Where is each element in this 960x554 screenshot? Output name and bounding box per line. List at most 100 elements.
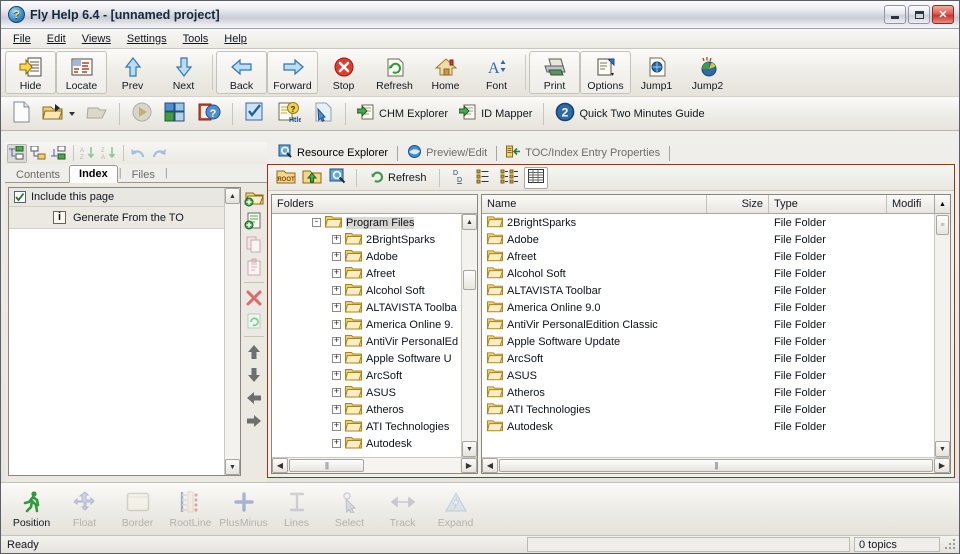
cell-name[interactable]: ASUS <box>482 368 707 384</box>
menu-views[interactable]: Views <box>75 31 118 47</box>
tree-row-root[interactable]: - Program Files <box>272 214 461 231</box>
table-row[interactable]: Alcohol Soft File Folder <box>482 265 934 282</box>
up-folder-button[interactable] <box>300 167 324 189</box>
bottom-button-float[interactable]: Float <box>58 485 111 533</box>
toolbar-button-hide[interactable]: Hide <box>5 51 56 94</box>
table-row[interactable]: ASUS File Folder <box>482 367 934 384</box>
scroll-up-button[interactable]: ▲ <box>225 188 240 204</box>
bottom-button-rootline[interactable]: RootLine <box>164 485 217 533</box>
scroll-track[interactable] <box>225 204 240 459</box>
tree-expander-collapse[interactable]: - <box>312 218 321 227</box>
tree-horizontal-scrollbar[interactable]: ◀ ||| ▶ <box>272 457 477 473</box>
tree-expander-expand[interactable]: + <box>332 320 341 329</box>
open-folder-button[interactable] <box>38 100 79 128</box>
tree-hscroll-thumb[interactable]: ||| <box>289 459 364 472</box>
cell-name[interactable]: Apple Software Update <box>482 334 707 350</box>
bottom-button-select[interactable]: Select <box>323 485 376 533</box>
move-right-icon[interactable] <box>243 410 265 432</box>
page-pointer-button[interactable] <box>308 100 338 128</box>
bottom-button-expand[interactable]: Expand <box>429 485 482 533</box>
toolbar-button-jump1[interactable]: Jump1 <box>631 51 682 94</box>
table-row[interactable]: America Online 9.0 File Folder <box>482 299 934 316</box>
tree-scroll-down-button[interactable]: ▼ <box>462 441 477 457</box>
column-header-size[interactable]: Size <box>707 195 769 213</box>
move-down-icon[interactable] <box>243 364 265 386</box>
list-scroll-thumb[interactable]: ≡ <box>936 215 949 235</box>
cell-name[interactable]: Atheros <box>482 385 707 401</box>
new-document-button[interactable] <box>7 100 35 128</box>
toolbar-button-print[interactable]: Print <box>529 51 580 94</box>
tree-row[interactable]: + Atheros <box>272 401 461 418</box>
tree-node-label[interactable]: ALTAVISTA Toolba <box>366 302 457 314</box>
tree-node-label[interactable]: ATI Technologies <box>366 421 449 433</box>
quick-guide-button[interactable]: 2 Quick Two Minutes Guide <box>551 100 708 128</box>
tree-expander-expand[interactable]: + <box>332 371 341 380</box>
bottom-button-track[interactable]: Track <box>376 485 429 533</box>
minimize-button[interactable] <box>884 5 906 24</box>
toolbar-button-home[interactable]: Home <box>420 51 471 94</box>
tree-expander-expand[interactable]: + <box>332 405 341 414</box>
maximize-button[interactable] <box>908 5 930 24</box>
tree-row[interactable]: + AntiVir PersonalEd <box>272 333 461 350</box>
tree-expander-expand[interactable]: + <box>332 354 341 363</box>
tree-row[interactable]: + ALTAVISTA Toolba <box>272 299 461 316</box>
cell-name[interactable]: ArcSoft <box>482 351 707 367</box>
copy-icon[interactable] <box>243 233 265 255</box>
list-scroll-track[interactable]: ≡ <box>935 214 950 441</box>
toolbar-button-next[interactable]: Next <box>158 51 209 94</box>
tree-row[interactable]: + ATI Technologies <box>272 418 461 435</box>
folder-tree-rows[interactable]: - Program Files +2BrightSparks + Adobe + Afree… <box>272 214 461 457</box>
tree-node-label[interactable]: America Online 9. <box>366 319 453 331</box>
checklist-button[interactable] <box>240 100 270 128</box>
tree-row[interactable]: +2BrightSparks <box>272 231 461 248</box>
compile-run-button[interactable] <box>127 100 157 128</box>
scroll-down-button[interactable]: ▼ <box>225 459 240 475</box>
menu-edit[interactable]: Edit <box>40 31 73 47</box>
tab-files[interactable]: Files <box>123 167 164 183</box>
cell-name[interactable]: Autodesk <box>482 419 707 435</box>
tree-expander-expand[interactable]: + <box>332 422 341 431</box>
tree-node-label[interactable]: ArcSoft <box>366 370 402 382</box>
chm-explorer-button[interactable]: CHM Explorer <box>353 100 452 128</box>
refresh-button[interactable]: Refresh <box>363 167 433 189</box>
menu-settings[interactable]: Settings <box>120 31 174 47</box>
toolbar-button-options[interactable]: Options <box>580 51 631 94</box>
bottom-button-plusminus[interactable]: PlusMinus <box>217 485 270 533</box>
sort-az-icon[interactable]: A Z <box>78 144 98 163</box>
menu-tools[interactable]: Tools <box>176 31 216 47</box>
add-page-icon[interactable] <box>243 210 265 232</box>
redo-icon[interactable] <box>149 144 169 163</box>
tree-node-label[interactable]: 2BrightSparks <box>366 234 435 246</box>
view-details-small-button[interactable]: D D <box>446 167 470 189</box>
tree-scroll-thumb[interactable] <box>463 270 476 290</box>
bottom-button-position[interactable]: Position <box>5 485 58 533</box>
table-row[interactable]: ArcSoft File Folder <box>482 350 934 367</box>
undo-icon[interactable] <box>128 144 148 163</box>
tree-expander-expand[interactable]: + <box>332 286 341 295</box>
id-mapper-button[interactable]: ID Mapper <box>455 100 536 128</box>
tree-expander-expand[interactable]: + <box>332 235 341 244</box>
refresh-page-icon[interactable] <box>243 310 265 332</box>
cell-name[interactable]: ALTAVISTA Toolbar <box>482 283 707 299</box>
toolbar-button-refresh[interactable]: Refresh <box>369 51 420 94</box>
table-row[interactable]: ATI Technologies File Folder <box>482 401 934 418</box>
include-this-page-row[interactable]: Include this page <box>9 188 224 207</box>
table-row[interactable]: Atheros File Folder <box>482 384 934 401</box>
add-sibling-icon[interactable] <box>7 143 27 163</box>
tree-hscroll-left-button[interactable]: ◀ <box>272 458 288 473</box>
tree-row[interactable]: + America Online 9. <box>272 316 461 333</box>
index-entries-empty-area[interactable] <box>9 229 224 475</box>
list-scroll-up-button[interactable]: ▲ <box>934 195 950 213</box>
tree-expander-expand[interactable]: + <box>332 337 341 346</box>
add-folder-icon[interactable] <box>243 187 265 209</box>
sort-za-icon[interactable]: Z A <box>99 144 119 163</box>
toolbar-button-jump2[interactable]: Jump2 <box>682 51 733 94</box>
tree-row[interactable]: + Alcohol Soft <box>272 282 461 299</box>
tab-contents[interactable]: Contents <box>7 167 69 183</box>
list-hscroll-right-button[interactable]: ▶ <box>934 458 950 473</box>
list-scroll-down-button[interactable]: ▼ <box>935 441 950 457</box>
tree-hscroll-track[interactable]: ||| <box>289 458 460 473</box>
tree-scroll-up-button[interactable]: ▲ <box>462 214 477 230</box>
cell-name[interactable]: Afreet <box>482 249 707 265</box>
cell-name[interactable]: ATI Technologies <box>482 402 707 418</box>
